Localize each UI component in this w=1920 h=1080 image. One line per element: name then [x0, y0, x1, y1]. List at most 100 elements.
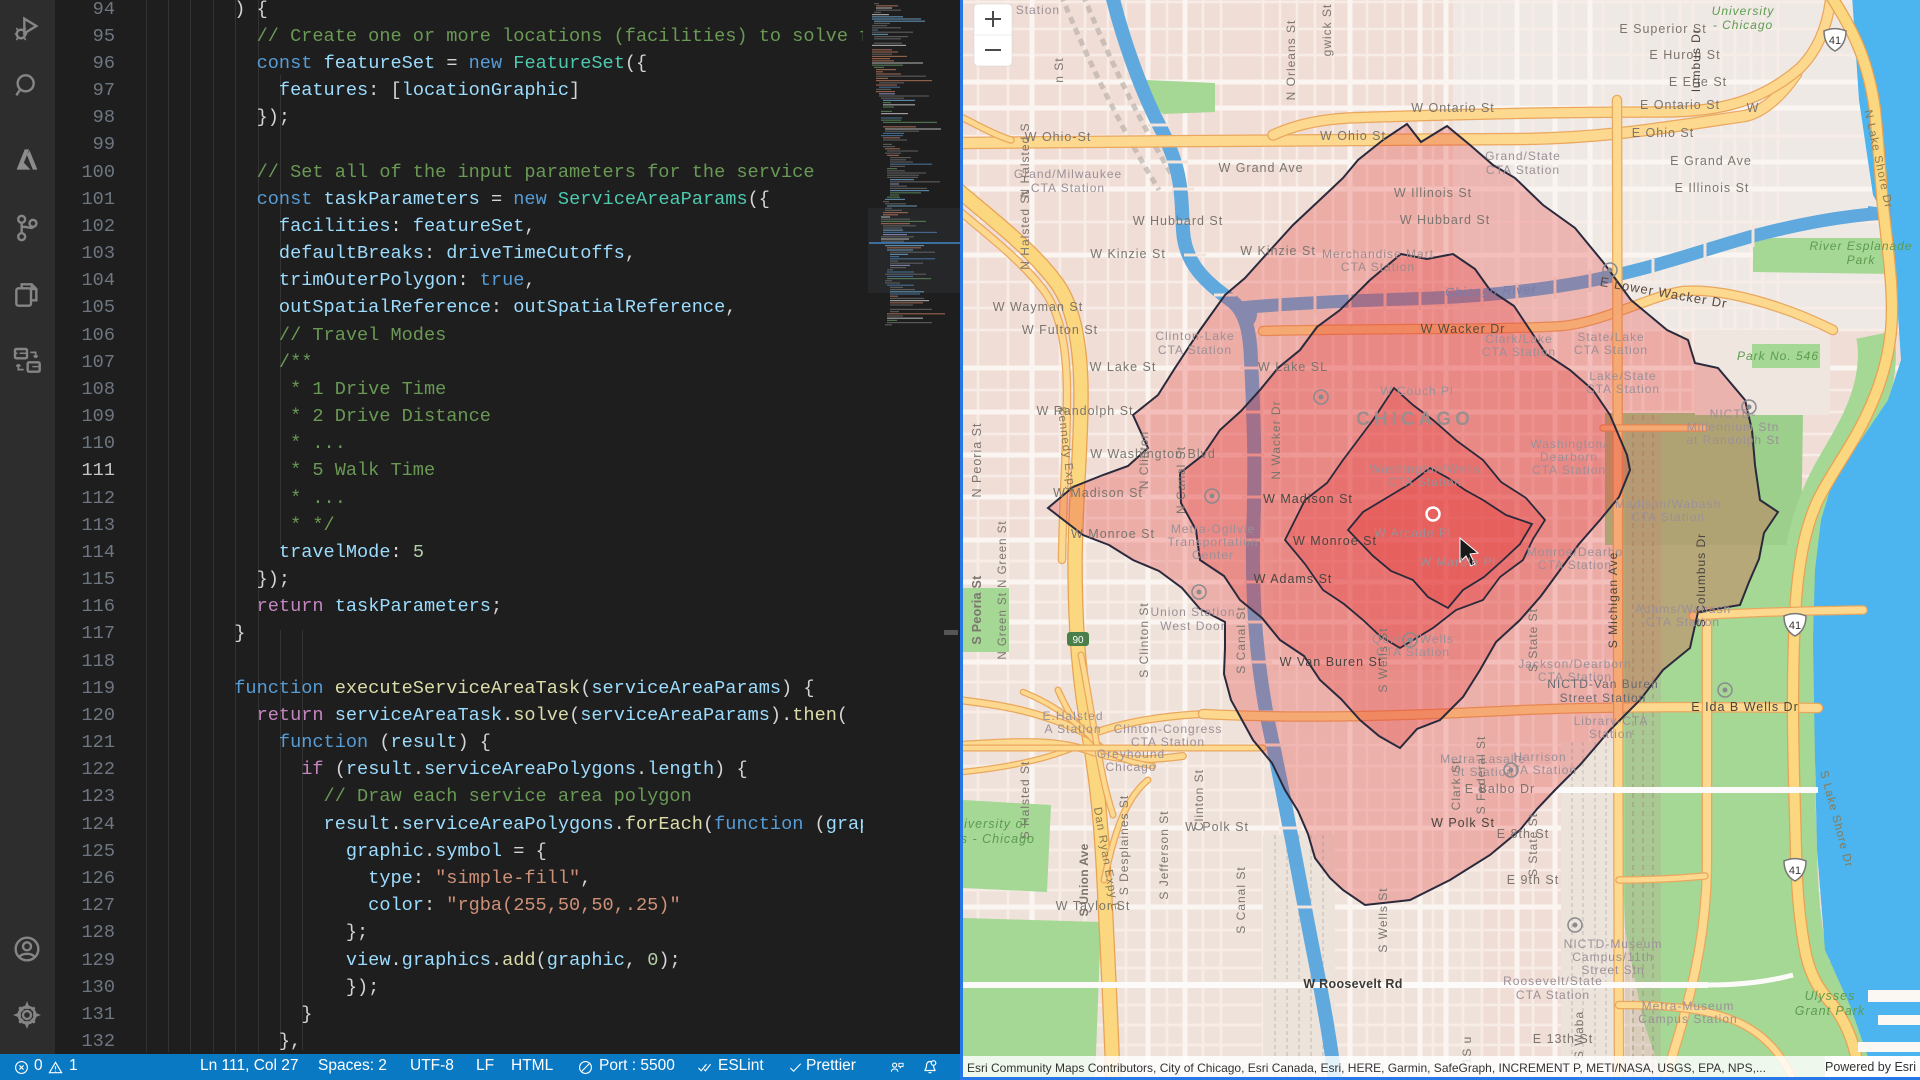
svg-text:Clark St: Clark St — [1449, 760, 1463, 811]
svg-text:Transportation: Transportation — [1168, 535, 1259, 549]
svg-text:NICTD-Van Buren: NICTD-Van Buren — [1547, 677, 1658, 691]
svg-text:Grand/State: Grand/State — [1485, 149, 1561, 163]
svg-text:CTA Station: CTA Station — [1631, 510, 1705, 524]
svg-text:W Lake St: W Lake St — [1090, 360, 1157, 374]
svg-text:CTA Station: CTA Station — [1158, 343, 1232, 357]
svg-text:W Hubbard St: W Hubbard St — [1400, 213, 1491, 227]
svg-text:Metra-Museum: Metra-Museum — [1642, 999, 1735, 1013]
svg-text:is - Chicago: is - Chicago — [963, 832, 1035, 846]
svg-text:Clinton-Congress: Clinton-Congress — [1114, 722, 1223, 736]
svg-text:E Illinois St: E Illinois St — [1675, 181, 1750, 195]
svg-text:W Monroe St: W Monroe St — [1071, 527, 1155, 541]
svg-text:A Station: A Station — [1044, 722, 1101, 736]
svg-text:S Canal St: S Canal St — [1234, 606, 1248, 673]
svg-text:N Peoria St: N Peoria St — [970, 423, 984, 498]
svg-text:Millennium Stn: Millennium Stn — [1687, 420, 1780, 434]
svg-text:W Kinzie St: W Kinzie St — [1240, 244, 1316, 258]
svg-text:CTA Station: CTA Station — [1516, 988, 1590, 1002]
svg-text:W Hubbard St: W Hubbard St — [1133, 214, 1224, 228]
svg-text:Ulysses: Ulysses — [1805, 989, 1856, 1003]
svg-text:W: W — [1747, 101, 1760, 115]
svg-text:S Federal St: S Federal St — [1474, 736, 1488, 815]
svg-text:S Desplaines St: S Desplaines St — [1117, 795, 1131, 895]
svg-text:N Green St N Green St: N Green St N Green St — [997, 520, 1009, 659]
svg-text:Washington/Wells: Washington/Wells — [1369, 462, 1480, 476]
svg-text:Grand/Milwaukee: Grand/Milwaukee — [1014, 167, 1122, 181]
svg-text:Lake/State: Lake/State — [1589, 369, 1656, 383]
svg-text:CTA Station: CTA Station — [1586, 382, 1660, 396]
svg-text:W Madison St: W Madison St — [1263, 492, 1353, 506]
svg-text:E Ida B Wells Dr: E Ida B Wells Dr — [1691, 700, 1798, 714]
svg-text:Library-CTA: Library-CTA — [1574, 714, 1649, 728]
svg-text:Union Station: Union Station — [1150, 605, 1235, 619]
svg-text:CTA Station: CTA Station — [1532, 463, 1606, 477]
svg-text:W Couch Pl: W Couch Pl — [1380, 384, 1453, 398]
svg-text:W Van Buren St: W Van Buren St — [1280, 655, 1383, 669]
svg-text:E Huron St: E Huron St — [1649, 48, 1720, 62]
svg-text:E 9th St: E 9th St — [1507, 873, 1559, 887]
svg-text:W Monroe St: W Monroe St — [1293, 534, 1377, 548]
svg-text:Campus Station: Campus Station — [1638, 1012, 1737, 1026]
svg-text:W Ontario St: W Ontario St — [1411, 101, 1495, 115]
svg-text:River Esplanade: River Esplanade — [1809, 239, 1912, 253]
svg-text:NICTD-Museum: NICTD-Museum — [1564, 937, 1663, 951]
svg-text:S Clinton St: S Clinton St — [1137, 602, 1151, 677]
svg-text:gwick St: gwick St — [1320, 4, 1334, 57]
svg-text:W Kinzie St: W Kinzie St — [1090, 247, 1166, 261]
svg-text:E Ohio St: E Ohio St — [1632, 126, 1695, 140]
svg-text:University: University — [1712, 4, 1775, 18]
svg-text:CTA Station: CTA Station — [1538, 558, 1612, 572]
svg-text:41: 41 — [1789, 620, 1801, 632]
svg-text:E Grand Ave: E Grand Ave — [1670, 154, 1752, 168]
svg-text:CTA Station: CTA Station — [1646, 615, 1720, 629]
svg-text:CTA Station: CTA Station — [1486, 163, 1560, 177]
svg-text:Madison/Wabash: Madison/Wabash — [1615, 497, 1721, 511]
svg-text:Street Stn: Street Stn — [1581, 963, 1644, 977]
svg-text:S Columbus Dr: S Columbus Dr — [1694, 533, 1708, 627]
svg-text:Merchandise Mart: Merchandise Mart — [1322, 247, 1434, 261]
svg-text:S Canal St: S Canal St — [1234, 866, 1248, 933]
svg-text:W Adams St: W Adams St — [1254, 572, 1333, 586]
svg-text:S Wells St: S Wells St — [1376, 627, 1390, 692]
svg-text:CTA Station: CTA Station — [1388, 475, 1462, 489]
svg-text:CTA Station: CTA Station — [1482, 345, 1556, 359]
svg-text:90: 90 — [1072, 635, 1084, 646]
svg-text:Dearborn: Dearborn — [1540, 450, 1598, 464]
svg-text:CTA Station: CTA Station — [1574, 343, 1648, 357]
svg-text:41: 41 — [1829, 35, 1841, 47]
svg-text:41: 41 — [1789, 865, 1801, 877]
svg-text:Street Station: Street Station — [1560, 691, 1647, 705]
svg-text:- Chicago: - Chicago — [1713, 18, 1773, 32]
svg-text:E.Halsted: E.Halsted — [1042, 709, 1103, 723]
svg-text:S Michigan Ave: S Michigan Ave — [1606, 552, 1620, 649]
svg-text:Greyhound: Greyhound — [1097, 747, 1165, 761]
svg-text:Park No. 546: Park No. 546 — [1737, 349, 1819, 363]
svg-text:S Wells St: S Wells St — [1376, 887, 1390, 952]
svg-text:W Polk St: W Polk St — [1185, 820, 1249, 834]
svg-text:State/Lake: State/Lake — [1577, 330, 1644, 344]
svg-text:Esri Community Maps Contributo: Esri Community Maps Contributors, City o… — [967, 1061, 1766, 1075]
svg-text:Station: Station — [1589, 727, 1633, 741]
svg-text:iversity of: iversity of — [964, 817, 1028, 831]
svg-text:E Ontario St: E Ontario St — [1640, 98, 1720, 112]
svg-text:W Taylor St: W Taylor St — [1056, 899, 1131, 913]
svg-text:Metra-Ogilvie: Metra-Ogilvie — [1171, 522, 1255, 536]
svg-text:S State St: S State St — [1526, 813, 1540, 877]
svg-text:N Halsted St: N Halsted St — [1018, 190, 1032, 269]
svg-text:Adams/Wabash: Adams/Wabash — [1635, 602, 1731, 616]
svg-text:W Madison St: W Madison St — [1053, 486, 1143, 500]
svg-text:at Randolph St: at Randolph St — [1686, 433, 1779, 447]
svg-text:CHICAGO: CHICAGO — [1356, 409, 1474, 430]
svg-text:W Grand Ave: W Grand Ave — [1218, 161, 1303, 175]
svg-text:n St: n St — [1052, 57, 1066, 82]
svg-text:Campus/11th: Campus/11th — [1572, 950, 1653, 964]
svg-text:CTA Station: CTA Station — [1341, 260, 1415, 274]
svg-text:Powered by Esri: Powered by Esri — [1825, 1060, 1916, 1074]
svg-text:Center: Center — [1192, 548, 1234, 562]
svg-text:CTA Station: CTA Station — [1031, 181, 1105, 195]
svg-text:Chicago: Chicago — [1105, 760, 1156, 774]
svg-text:W Ohio St: W Ohio St — [1320, 129, 1386, 143]
svg-text:W Arcade Pl: W Arcade Pl — [1374, 526, 1451, 540]
svg-text:W Illinois St: W Illinois St — [1394, 186, 1472, 200]
svg-text:W Ohio-St: W Ohio-St — [1025, 130, 1092, 144]
